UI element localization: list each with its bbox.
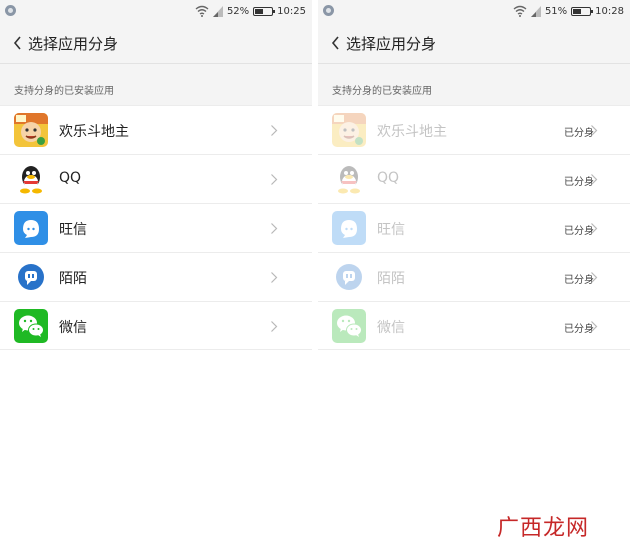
- section-label: 支持分身的已安装应用: [332, 86, 432, 97]
- app-name: 陌陌: [59, 271, 87, 287]
- app-row-landlord[interactable]: 欢乐斗地主 已分身: [318, 105, 630, 154]
- battery-percent: 52%: [226, 5, 250, 17]
- wangxin-icon: [332, 211, 366, 245]
- app-name: 欢乐斗地主: [377, 124, 447, 140]
- page-title: 选择应用分身: [346, 35, 437, 53]
- app-name: QQ: [59, 170, 82, 186]
- momo-icon: [332, 260, 366, 294]
- chevron-right-icon: [591, 174, 598, 185]
- qq-penguin-icon: [332, 162, 366, 196]
- chevron-right-icon: [271, 321, 278, 332]
- wechat-icon: [14, 309, 48, 343]
- chevron-right-icon: [591, 223, 598, 234]
- app-bar: 选择应用分身: [0, 22, 312, 64]
- notification-icon: [5, 5, 16, 16]
- back-arrow-icon[interactable]: [330, 35, 342, 51]
- app-row-wechat[interactable]: 微信: [0, 301, 312, 350]
- section-header: 支持分身的已安装应用: [318, 64, 630, 105]
- momo-icon: [14, 260, 48, 294]
- status-bar: 52% 10:25: [0, 0, 312, 22]
- app-name: 微信: [59, 320, 87, 336]
- app-list: 欢乐斗地主 已分身 QQ 已分身 旺信 已分身 陌陌 已分身 微信 已分身: [318, 105, 630, 350]
- chevron-right-icon: [591, 125, 598, 136]
- wechat-icon: [332, 309, 366, 343]
- watermark-text: 广西龙网: [497, 516, 590, 541]
- signal-icon: [212, 5, 223, 17]
- phone-screen-before: 52% 10:25 选择应用分身 支持分身的已安装应用 欢乐斗地主 QQ 旺信 …: [0, 0, 312, 555]
- section-header: 支持分身的已安装应用: [0, 64, 312, 105]
- app-row-landlord[interactable]: 欢乐斗地主: [0, 105, 312, 154]
- page-title: 选择应用分身: [28, 35, 119, 53]
- app-name: 微信: [377, 320, 405, 336]
- app-row-qq[interactable]: QQ 已分身: [318, 154, 630, 203]
- app-bar: 选择应用分身: [318, 22, 630, 64]
- back-arrow-icon[interactable]: [12, 35, 24, 51]
- wangxin-icon: [14, 211, 48, 245]
- app-row-qq[interactable]: QQ: [0, 154, 312, 203]
- app-name: 旺信: [377, 222, 405, 238]
- app-name: 旺信: [59, 222, 87, 238]
- wifi-icon: [513, 5, 527, 17]
- qq-penguin-icon: [14, 162, 48, 196]
- chevron-right-icon: [271, 223, 278, 234]
- clock: 10:25: [277, 5, 306, 17]
- signal-icon: [530, 5, 541, 17]
- app-row-momo[interactable]: 陌陌: [0, 252, 312, 301]
- chevron-right-icon: [591, 321, 598, 332]
- app-name: 陌陌: [377, 271, 405, 287]
- app-name: QQ: [377, 170, 400, 186]
- section-label: 支持分身的已安装应用: [14, 86, 114, 97]
- landlord-game-icon: [332, 113, 366, 147]
- battery-percent: 51%: [544, 5, 568, 17]
- wifi-icon: [195, 5, 209, 17]
- clock: 10:28: [595, 5, 624, 17]
- screenshot-stage: 52% 10:25 选择应用分身 支持分身的已安装应用 欢乐斗地主 QQ 旺信 …: [0, 0, 630, 555]
- app-row-momo[interactable]: 陌陌 已分身: [318, 252, 630, 301]
- app-name: 欢乐斗地主: [59, 124, 129, 140]
- app-list: 欢乐斗地主 QQ 旺信 陌陌 微信: [0, 105, 312, 350]
- app-row-wangxin[interactable]: 旺信 已分身: [318, 203, 630, 252]
- app-row-wangxin[interactable]: 旺信: [0, 203, 312, 252]
- battery-icon: [253, 6, 276, 16]
- app-row-wechat[interactable]: 微信 已分身: [318, 301, 630, 350]
- landlord-game-icon: [14, 113, 48, 147]
- chevron-right-icon: [271, 125, 278, 136]
- battery-icon: [571, 6, 594, 16]
- chevron-right-icon: [271, 174, 278, 185]
- chevron-right-icon: [271, 272, 278, 283]
- chevron-right-icon: [591, 272, 598, 283]
- notification-icon: [323, 5, 334, 16]
- status-bar: 51% 10:28: [318, 0, 630, 22]
- phone-screen-after: 51% 10:28 选择应用分身 支持分身的已安装应用 欢乐斗地主 已分身 QQ…: [318, 0, 630, 555]
